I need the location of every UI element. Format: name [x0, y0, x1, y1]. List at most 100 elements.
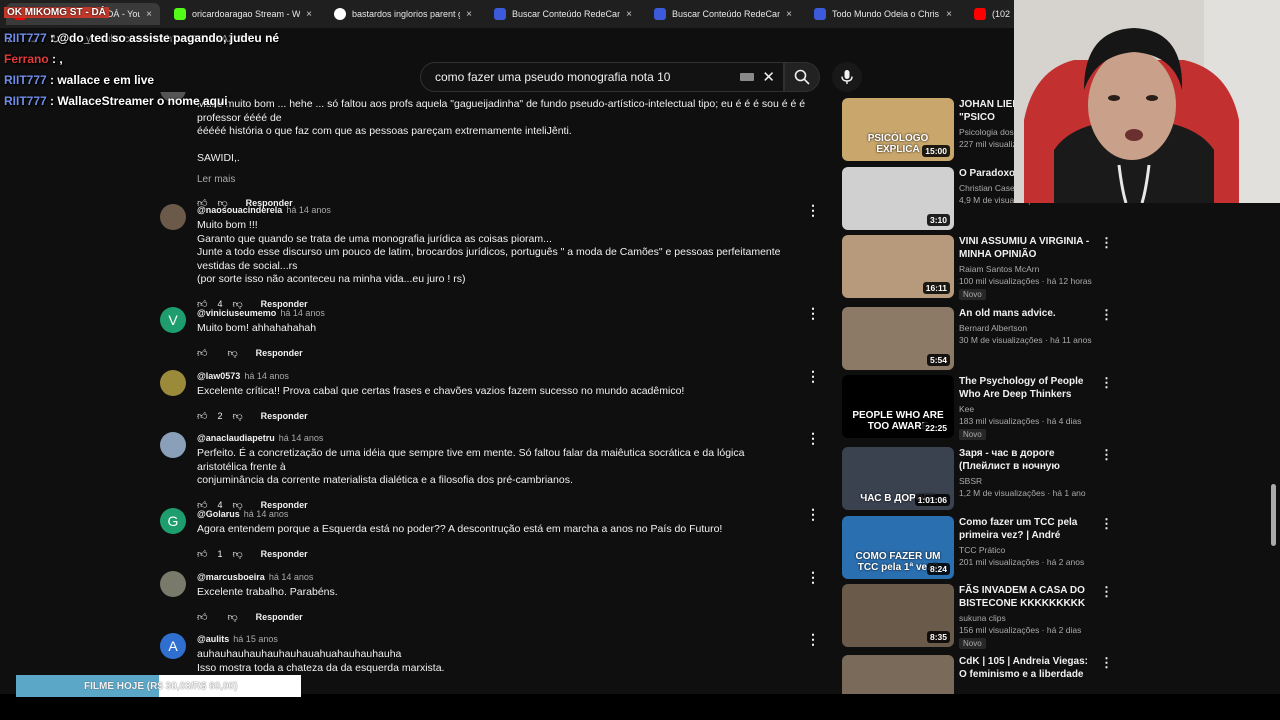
avatar[interactable] [160, 432, 186, 458]
browser-tab[interactable]: Buscar Conteúdo RedeCanais × [486, 3, 640, 25]
comment-date[interactable]: há 14 anos [269, 572, 314, 582]
channel-name[interactable]: Raiam Santos McArn [959, 264, 1095, 274]
avatar[interactable] [160, 204, 186, 230]
close-tab-icon[interactable]: × [466, 9, 472, 20]
channel-name[interactable]: Kee [959, 404, 1095, 414]
comment-author[interactable]: @law0573 [197, 371, 240, 381]
comment-line: Perfeito. É a concretização de uma idéia… [197, 447, 745, 473]
video-title[interactable]: Como fazer um TCC pela primeira vez? | A… [959, 516, 1095, 542]
video-thumbnail[interactable]: 3:10 [842, 167, 954, 230]
browser-tab[interactable]: Todo Mundo Odeia o Chris (Du × [806, 3, 960, 25]
like-icon[interactable]: 👍︎ [197, 611, 207, 623]
video-thumbnail[interactable]: PSICÓLOGO EXPLICA 15:00 [842, 98, 954, 161]
more-options-icon[interactable]: ⋮ [806, 431, 820, 445]
comment-author[interactable]: @Golarus [197, 509, 240, 519]
scrollbar-thumb[interactable] [1271, 484, 1276, 546]
keyboard-icon[interactable] [740, 73, 755, 81]
video-title[interactable]: Заря - час в дороге (Плейлист в ночную п… [959, 447, 1095, 473]
like-icon[interactable]: 👍︎ [197, 410, 207, 422]
channel-name[interactable]: sukuna clips [959, 613, 1095, 623]
browser-tab[interactable]: Buscar Conteúdo RedeCanais × [646, 3, 800, 25]
more-options-icon[interactable]: ⋮ [806, 632, 820, 646]
like-count: 2 [217, 410, 223, 421]
avatar[interactable] [160, 370, 186, 396]
comment-author[interactable]: @naosouacinderela [197, 205, 282, 215]
avatar[interactable] [160, 571, 186, 597]
dislike-icon[interactable]: 👎︎ [232, 548, 242, 560]
more-options-icon[interactable]: ⋮ [1100, 584, 1113, 600]
browser-tab[interactable]: bastardos inglorios parent guid × [326, 3, 480, 25]
video-thumbnail[interactable]: COMO FAZER UM TCC pela 1ª vez? 8:24 [842, 516, 954, 579]
channel-name[interactable]: Bernard Albertson [959, 323, 1095, 333]
comment-text: Muito bom !!! Garanto que quando se trata… [197, 219, 787, 287]
more-options-icon[interactable]: ⋮ [806, 507, 820, 521]
dislike-icon[interactable]: 👎︎ [227, 611, 237, 623]
comment-author[interactable]: @aulits [197, 634, 229, 644]
reply-button[interactable]: Responder [256, 348, 303, 358]
video-title[interactable]: CdK | 105 | Andreia Viegas: O feminismo … [959, 655, 1095, 681]
more-options-icon[interactable]: ⋮ [1100, 516, 1113, 532]
channel-name[interactable]: SBSR [959, 476, 1095, 486]
avatar[interactable]: A [160, 633, 186, 659]
more-options-icon[interactable]: ⋮ [806, 306, 820, 320]
comment-line: Muito bom !!! [197, 219, 258, 231]
video-thumbnail[interactable]: PEOPLE WHO ARE TOO AWARE 22:25 [842, 375, 954, 438]
comment-date[interactable]: há 14 anos [286, 205, 331, 215]
video-thumbnail[interactable]: ЧАС В ДОРОГЕ 1:01:06 [842, 447, 954, 510]
clear-search-icon[interactable]: ✕ [762, 68, 775, 86]
comment-author[interactable]: @marcusboeira [197, 572, 265, 582]
more-options-icon[interactable]: ⋮ [806, 369, 820, 383]
dislike-icon[interactable]: 👎︎ [232, 410, 242, 422]
close-tab-icon[interactable]: × [946, 9, 952, 20]
close-tab-icon[interactable]: × [306, 9, 312, 20]
more-options-icon[interactable]: ⋮ [806, 203, 820, 217]
read-more-link[interactable]: Ler mais [197, 173, 817, 187]
like-icon[interactable]: 👍︎ [197, 347, 207, 359]
comment-author[interactable]: @anaclaudiapetru [197, 433, 275, 443]
more-options-icon[interactable]: ⋮ [1100, 307, 1113, 323]
more-options-icon[interactable]: ⋮ [806, 570, 820, 584]
recommended-video[interactable]: 16:11 VINI ASSUMIU A VIRGINIA - MINHA OPI… [842, 235, 1117, 300]
video-thumbnail[interactable]: 8:35 [842, 584, 954, 647]
video-title[interactable]: An old mans advice. [959, 307, 1095, 320]
comment-date[interactable]: há 14 anos [244, 371, 289, 381]
chat-username: RIIT777 [4, 31, 47, 45]
recommended-video[interactable]: 5:54 An old mans advice. Bernard Albertson… [842, 307, 1117, 371]
voice-search-button[interactable] [832, 62, 862, 92]
dislike-icon[interactable]: 👎︎ [227, 347, 237, 359]
close-tab-icon[interactable]: × [146, 9, 152, 20]
video-thumbnail[interactable]: 16:11 [842, 235, 954, 298]
comment-author[interactable]: @viniciuseumemo [197, 308, 276, 318]
more-options-icon[interactable]: ⋮ [1100, 235, 1113, 251]
comment-date[interactable]: há 14 anos [244, 509, 289, 519]
video-thumbnail[interactable]: 5:54 [842, 307, 954, 370]
reply-button[interactable]: Responder [261, 549, 308, 559]
recommended-video[interactable]: ЧАС В ДОРОГЕ 1:01:06 Заря - час в дороге (… [842, 447, 1117, 511]
close-tab-icon[interactable]: × [626, 9, 632, 20]
search-button[interactable] [784, 62, 820, 92]
video-title[interactable]: FÃS INVADEM A CASA DO BISTECONE KKKKKKKK… [959, 584, 1095, 610]
channel-name[interactable]: TCC Prático [959, 545, 1095, 555]
close-tab-icon[interactable]: × [786, 9, 792, 20]
search-input[interactable]: como fazer uma pseudo monografia nota 10 [435, 70, 740, 84]
comment-date[interactable]: há 14 anos [279, 433, 324, 443]
like-icon[interactable]: 👍︎ [197, 548, 207, 560]
comment-date[interactable]: há 14 anos [280, 308, 325, 318]
recommended-video[interactable]: PEOPLE WHO ARE TOO AWARE 22:25 The Psychol… [842, 375, 1117, 440]
more-options-icon[interactable]: ⋮ [1100, 655, 1113, 671]
browser-tab[interactable]: oricardoaragao Stream - Watch × [166, 3, 320, 25]
recommended-video[interactable]: 8:35 FÃS INVADEM A CASA DO BISTECONE KKKK… [842, 584, 1117, 649]
video-title[interactable]: VINI ASSUMIU A VIRGINIA - MINHA OPINIÃO [959, 235, 1095, 261]
more-options-icon[interactable]: ⋮ [1100, 447, 1113, 463]
avatar[interactable]: G [160, 508, 186, 534]
reply-button[interactable]: Responder [256, 612, 303, 622]
more-options-icon[interactable]: ⋮ [1100, 375, 1113, 391]
reply-button[interactable]: Responder [261, 411, 308, 421]
comment-date[interactable]: há 15 anos [233, 634, 278, 644]
comment-line: Agora entendem porque a Esquerda está no… [197, 523, 723, 535]
search-box[interactable]: como fazer uma pseudo monografia nota 10… [420, 62, 784, 92]
video-title[interactable]: The Psychology of People Who Are Deep Th… [959, 375, 1095, 401]
recommended-video[interactable]: COMO FAZER UM TCC pela 1ª vez? 8:24 Como f… [842, 516, 1117, 580]
avatar[interactable]: V [160, 307, 186, 333]
comment-body: @anaclaudiapetru há 14 anos Perfeito. É a … [197, 432, 787, 512]
